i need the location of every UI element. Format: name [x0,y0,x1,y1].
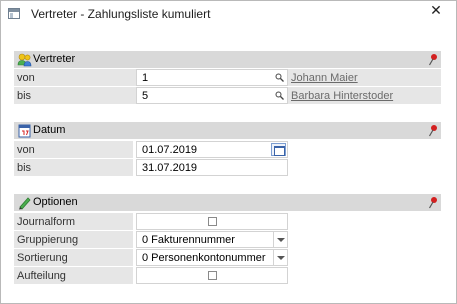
pin-icon[interactable] [428,196,438,209]
gruppierung-select[interactable]: 0 Fakturennummer [136,231,288,248]
calendar-button[interactable] [271,143,286,156]
gruppierung-value: 0 Fakturennummer [142,234,235,246]
calendar-icon [18,124,31,138]
section-title-optionen: Optionen [33,196,78,208]
journalform-field [136,213,288,230]
gruppierung-label: Gruppierung [14,231,133,248]
datum-bis-value: 31.07.2019 [142,162,198,174]
vertreter-von-field[interactable]: 1 [136,69,288,86]
search-icon[interactable] [275,73,284,82]
sortierung-label: Sortierung [14,249,133,266]
datum-bis-label: bis [14,159,133,176]
aufteilung-label: Aufteilung [14,267,133,284]
chevron-down-icon[interactable] [273,232,287,247]
pencil-icon [19,197,31,210]
title-bar[interactable]: Vertreter - Zahlungsliste kumuliert ✕ [1,1,456,27]
close-button[interactable]: ✕ [423,1,449,21]
window-icon [8,8,20,19]
vertreter-bis-field[interactable]: 5 [136,87,288,104]
section-header-vertreter: Vertreter [14,51,441,68]
datum-von-label: von [14,141,133,158]
users-icon [17,53,32,67]
section-header-optionen: Optionen [14,194,441,211]
dialog-window: Vertreter - Zahlungsliste kumuliert ✕ Ve… [0,0,457,304]
datum-bis-field[interactable]: 31.07.2019 [136,159,288,176]
datum-von-value: 01.07.2019 [142,144,198,156]
vertreter-bis-value: 5 [142,90,149,102]
window-title: Vertreter - Zahlungsliste kumuliert [31,7,211,21]
vertreter-von-value: 1 [142,72,149,84]
section-header-datum: Datum [14,122,441,139]
journalform-checkbox[interactable] [208,217,217,226]
section-title-vertreter: Vertreter [33,53,76,65]
journalform-label: Journalform [14,213,133,230]
pin-icon[interactable] [428,124,438,137]
aufteilung-field [136,267,288,284]
search-icon[interactable] [275,91,284,100]
chevron-down-icon[interactable] [273,250,287,265]
pin-icon[interactable] [428,53,438,66]
vertreter-von-label: von [14,69,133,86]
aufteilung-checkbox[interactable] [208,271,217,280]
sortierung-value: 0 Personenkontonummer [142,252,266,264]
vertreter-bis-name-link[interactable]: Barbara Hinterstoder [291,90,393,102]
vertreter-bis-label: bis [14,87,133,104]
datum-von-field[interactable]: 01.07.2019 [136,141,288,158]
vertreter-von-name-link[interactable]: Johann Maier [291,72,358,84]
section-title-datum: Datum [33,124,66,136]
sortierung-select[interactable]: 0 Personenkontonummer [136,249,288,266]
